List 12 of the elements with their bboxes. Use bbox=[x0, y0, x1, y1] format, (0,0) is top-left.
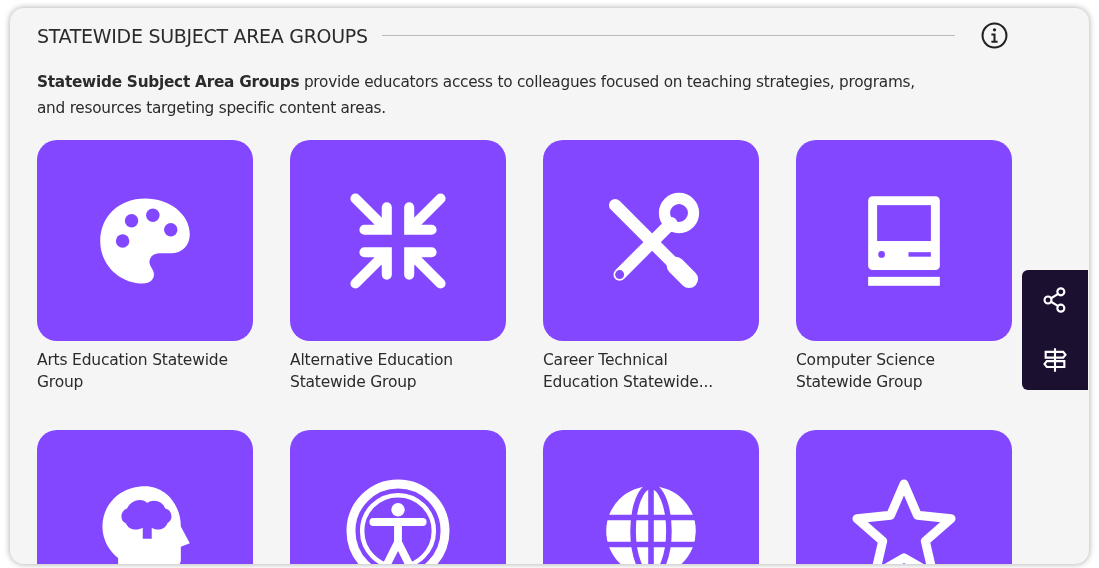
group-tile[interactable] bbox=[37, 140, 253, 341]
group-tile[interactable] bbox=[796, 140, 1012, 341]
group-title[interactable]: Alternative Education Statewide Group bbox=[290, 349, 485, 393]
section-title: STATEWIDE SUBJECT AREA GROUPS bbox=[37, 24, 368, 47]
group-title[interactable]: Career Technical Education Statewide... bbox=[543, 349, 738, 393]
info-icon[interactable] bbox=[981, 22, 1008, 49]
signpost-icon[interactable] bbox=[1041, 346, 1069, 374]
group-tile[interactable] bbox=[290, 140, 506, 341]
group-title[interactable]: Arts Education Statewide Group bbox=[37, 349, 232, 393]
group-tile[interactable] bbox=[543, 140, 759, 341]
section-description: Statewide Subject Area Groups provide educators access to colleagues focused on teaching strategies, programs, and resources targeting specific content areas. bbox=[37, 72, 916, 119]
group-title[interactable]: Computer Science Statewide Group bbox=[796, 349, 991, 393]
